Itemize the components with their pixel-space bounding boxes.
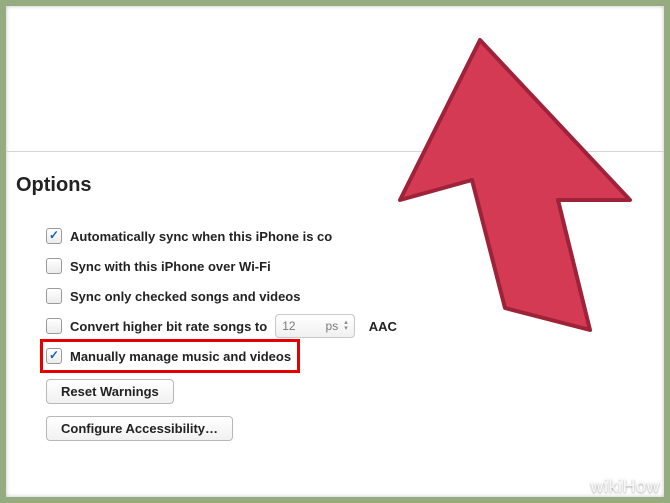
label-wifi-sync: Sync with this iPhone over Wi-Fi	[70, 259, 271, 274]
checkbox-wifi-sync[interactable]	[46, 258, 62, 274]
settings-window: Options Automatically sync when this iPh…	[6, 6, 664, 497]
watermark: wikiHow	[590, 476, 660, 497]
checkbox-manual-manage[interactable]	[46, 348, 62, 364]
option-manual-manage[interactable]: Manually manage music and videos	[46, 341, 664, 371]
codec-label: AAC	[369, 319, 397, 334]
bitrate-value: 12 ps	[282, 319, 338, 333]
option-checked-only[interactable]: Sync only checked songs and videos	[46, 281, 664, 311]
watermark-how: How	[622, 476, 660, 496]
options-heading: Options	[16, 174, 664, 197]
option-auto-sync[interactable]: Automatically sync when this iPhone is c…	[46, 221, 664, 251]
option-wifi-sync[interactable]: Sync with this iPhone over Wi-Fi	[46, 251, 664, 281]
label-auto-sync: Automatically sync when this iPhone is c…	[70, 229, 332, 244]
options-section: Options Automatically sync when this iPh…	[6, 152, 664, 441]
label-manual-manage: Manually manage music and videos	[70, 349, 291, 364]
checkbox-auto-sync[interactable]	[46, 228, 62, 244]
options-list: Automatically sync when this iPhone is c…	[46, 221, 664, 371]
stepper-icon: ▴▾	[344, 320, 348, 332]
label-convert-bitrate: Convert higher bit rate songs to	[70, 319, 267, 334]
checkbox-checked-only[interactable]	[46, 288, 62, 304]
reset-warnings-button[interactable]: Reset Warnings	[46, 379, 174, 404]
option-convert-bitrate[interactable]: Convert higher bit rate songs to 12 ps ▴…	[46, 311, 664, 341]
checkbox-convert-bitrate[interactable]	[46, 318, 62, 334]
bitrate-select[interactable]: 12 ps ▴▾	[275, 314, 355, 338]
watermark-wiki: wiki	[590, 476, 622, 496]
upper-panel	[6, 6, 664, 152]
highlight-box: Manually manage music and videos	[40, 339, 300, 373]
label-checked-only: Sync only checked songs and videos	[70, 289, 300, 304]
configure-accessibility-button[interactable]: Configure Accessibility…	[46, 416, 233, 441]
